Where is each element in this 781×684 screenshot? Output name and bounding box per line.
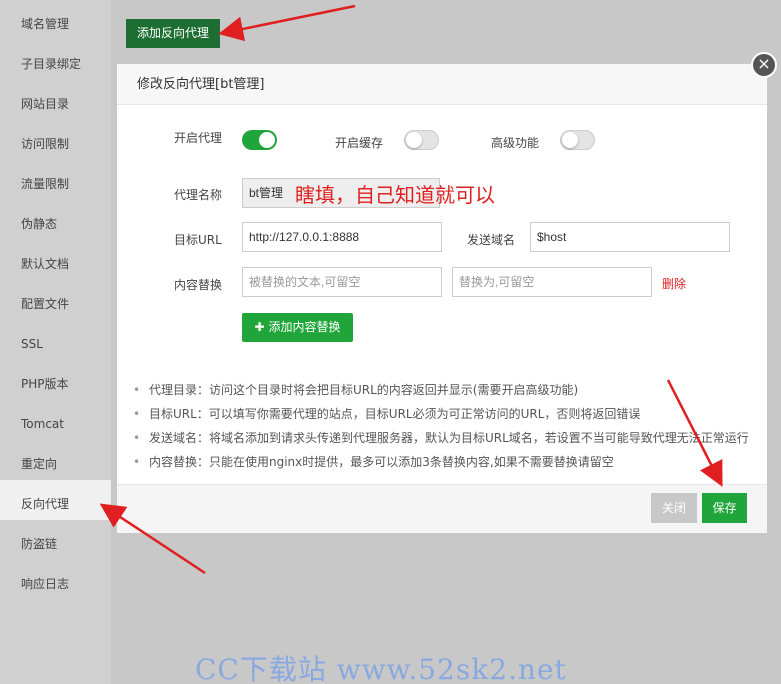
add-reverse-proxy-button[interactable]: 添加反向代理: [126, 19, 220, 48]
sidebar-item-default-doc[interactable]: 默认文档: [0, 240, 111, 280]
add-content-replace-button[interactable]: ✚ 添加内容替换: [242, 313, 353, 342]
tip-item: 代理目录：访问这个目录时将会把目标URL的内容返回并显示(需要开启高级功能): [133, 380, 763, 404]
close-icon[interactable]: ×: [751, 52, 777, 78]
target-url-input[interactable]: http://127.0.0.1:8888: [242, 222, 442, 252]
sidebar-item-response-log[interactable]: 响应日志: [0, 560, 111, 600]
target-url-label: 目标URL: [174, 233, 222, 247]
close-button[interactable]: 关闭: [651, 493, 697, 523]
plus-icon: ✚: [254, 320, 265, 334]
enable-proxy-label: 开启代理: [174, 131, 223, 145]
sidebar-item-redirect[interactable]: 重定向: [0, 440, 111, 480]
replace-from-input[interactable]: [242, 267, 442, 297]
sidebar: 域名管理 子目录绑定 网站目录 访问限制 流量限制 伪静态 默认文档 配置文件 …: [0, 0, 111, 684]
dialog-title: 修改反向代理[bt管理]: [117, 64, 767, 105]
proxy-name-label: 代理名称: [174, 188, 223, 202]
enable-cache-toggle[interactable]: [404, 130, 439, 150]
sidebar-item-access-limit[interactable]: 访问限制: [0, 120, 111, 160]
watermark: CC下载站 www.52sk2.net: [195, 653, 567, 684]
sidebar-item-config[interactable]: 配置文件: [0, 280, 111, 320]
tips-list: 代理目录：访问这个目录时将会把目标URL的内容返回并显示(需要开启高级功能) 目…: [133, 380, 763, 476]
sidebar-item-reverse-proxy[interactable]: 反向代理: [0, 480, 111, 520]
sidebar-item-tomcat[interactable]: Tomcat: [0, 400, 111, 440]
enable-cache-label: 开启缓存: [335, 136, 384, 150]
sidebar-item-site-dir[interactable]: 网站目录: [0, 80, 111, 120]
enable-proxy-toggle[interactable]: [242, 130, 277, 150]
send-domain-input[interactable]: $host: [530, 222, 730, 252]
add-content-replace-label: 添加内容替换: [268, 320, 341, 334]
advanced-label: 高级功能: [491, 136, 540, 150]
replace-to-input[interactable]: [452, 267, 652, 297]
tip-item: 发送域名：将域名添加到请求头传递到代理服务器，默认为目标URL域名，若设置不当可…: [133, 428, 763, 452]
tip-item: 内容替换：只能在使用nginx时提供，最多可以添加3条替换内容,如果不需要替换请…: [133, 452, 763, 476]
sidebar-item-php-version[interactable]: PHP版本: [0, 360, 111, 400]
send-domain-label: 发送域名: [467, 233, 516, 247]
sidebar-item-ssl[interactable]: SSL: [0, 320, 111, 360]
delete-replace-link[interactable]: 删除: [662, 275, 686, 292]
tip-item: 目标URL：可以填写你需要代理的站点，目标URL必须为可正常访问的URL，否则将…: [133, 404, 763, 428]
sidebar-item-rewrite[interactable]: 伪静态: [0, 200, 111, 240]
sidebar-item-subdir[interactable]: 子目录绑定: [0, 40, 111, 80]
content-replace-label: 内容替换: [174, 278, 223, 292]
red-annotation: 瞎填，自己知道就可以: [295, 183, 495, 207]
sidebar-item-domain[interactable]: 域名管理: [0, 0, 111, 40]
save-button[interactable]: 保存: [702, 493, 747, 523]
advanced-toggle[interactable]: [560, 130, 595, 150]
sidebar-item-hotlink[interactable]: 防盗链: [0, 520, 111, 560]
sidebar-item-traffic-limit[interactable]: 流量限制: [0, 160, 111, 200]
